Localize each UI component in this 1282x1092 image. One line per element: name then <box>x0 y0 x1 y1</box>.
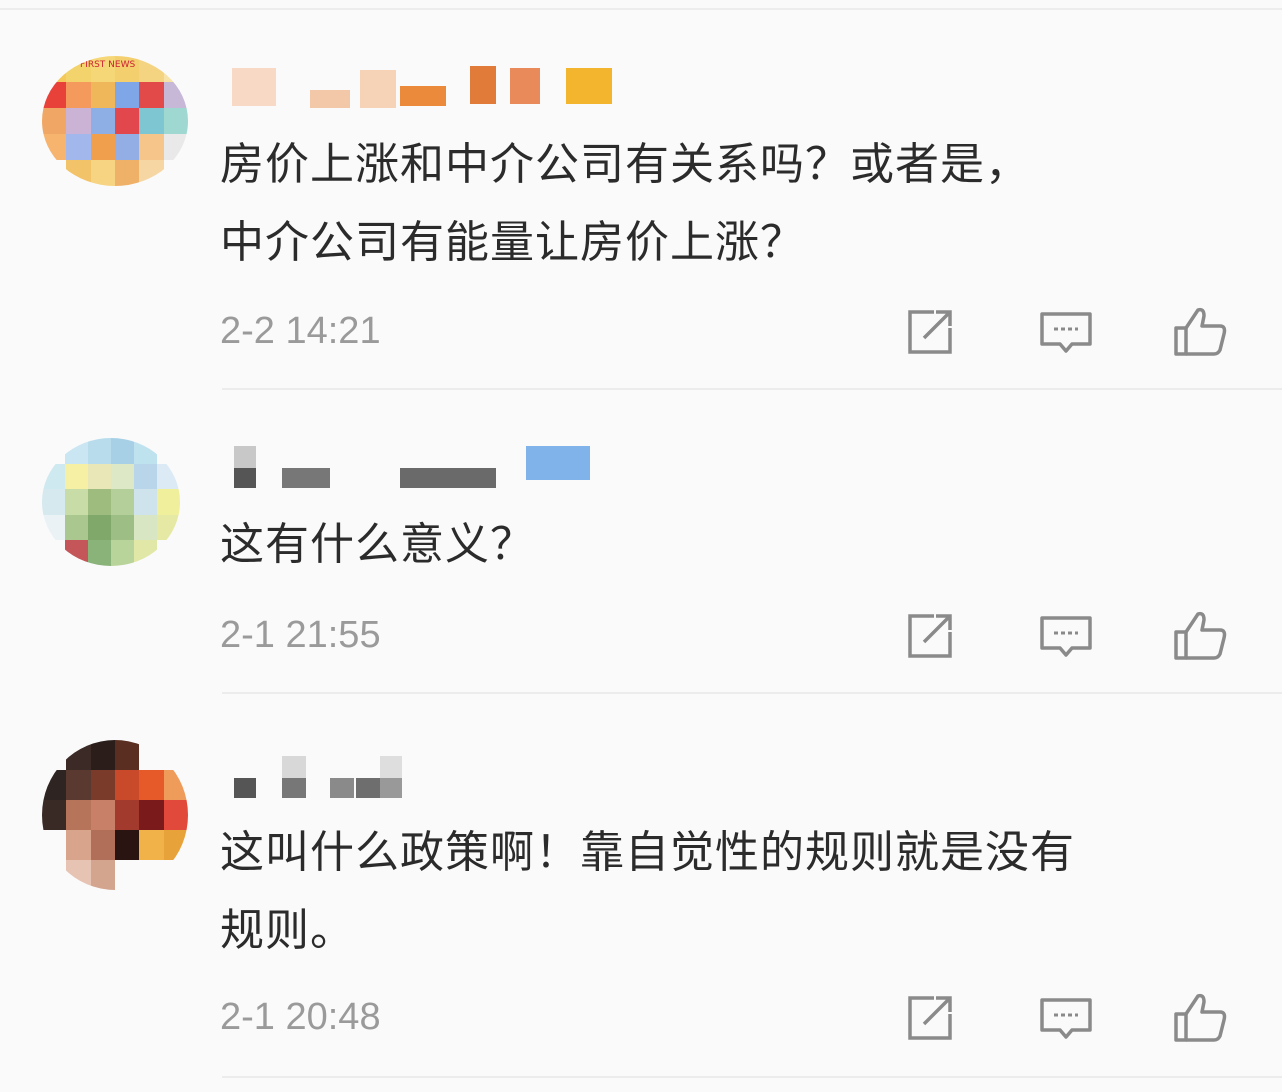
comment-text-line: 这叫什么政策啊！靠自觉性的规则就是没有 <box>220 827 1075 878</box>
like-button[interactable] <box>1170 606 1230 666</box>
comment-text-line: 这有什么意义？ <box>220 519 535 570</box>
avatar-badge: FIRST NEWS <box>80 60 136 70</box>
share-button[interactable] <box>900 606 960 666</box>
comment-divider <box>222 692 1282 694</box>
comment-text: 这叫什么政策啊！靠自觉性的规则就是没有 规则。 <box>220 814 1260 970</box>
comment-button[interactable] <box>1036 988 1096 1048</box>
like-button[interactable] <box>1170 302 1230 362</box>
comment-icon <box>1040 312 1092 353</box>
comment-icon <box>1040 616 1092 657</box>
thumbs-up-icon <box>1174 307 1227 356</box>
comment-text: 房价上涨和中介公司有关系吗？或者是， 中介公司有能量让房价上涨？ <box>220 126 1260 282</box>
username-pixelated[interactable] <box>220 62 620 112</box>
comment-icon <box>1040 998 1092 1039</box>
share-button[interactable] <box>900 988 960 1048</box>
comment-button[interactable] <box>1036 606 1096 666</box>
thumbs-up-icon <box>1174 611 1227 660</box>
comment-button[interactable] <box>1036 302 1096 362</box>
avatar[interactable] <box>42 740 188 890</box>
username-pixelated[interactable] <box>220 750 440 800</box>
comment-text-line: 中介公司有能量让房价上涨？ <box>220 217 805 268</box>
comment-text-line: 房价上涨和中介公司有关系吗？或者是， <box>220 139 1030 190</box>
avatar[interactable] <box>42 438 180 566</box>
thumbs-up-icon <box>1174 993 1227 1042</box>
share-icon <box>908 310 952 354</box>
comment-divider <box>222 388 1282 390</box>
timestamp: 2-2 14:21 <box>220 310 381 352</box>
comment-divider <box>222 1076 1282 1078</box>
like-button[interactable] <box>1170 988 1230 1048</box>
timestamp: 2-1 20:48 <box>220 996 381 1038</box>
comment-text: 这有什么意义？ <box>220 506 1260 584</box>
timestamp: 2-1 21:55 <box>220 614 381 656</box>
share-button[interactable] <box>900 302 960 362</box>
username-pixelated[interactable] <box>220 440 620 490</box>
top-divider <box>0 8 1282 10</box>
avatar[interactable]: FIRST NEWS <box>42 56 188 186</box>
share-icon <box>908 996 952 1040</box>
comment-text-line: 规则。 <box>220 905 355 956</box>
share-icon <box>908 614 952 658</box>
